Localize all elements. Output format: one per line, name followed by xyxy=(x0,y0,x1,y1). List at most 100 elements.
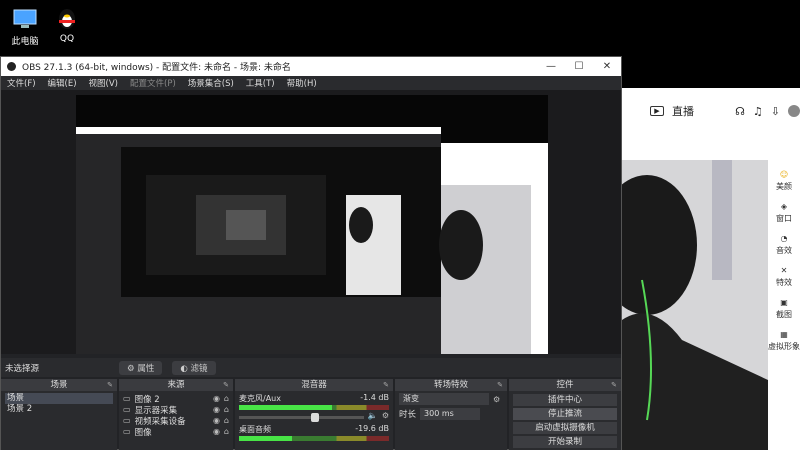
magic-wand-icon: ✕ xyxy=(780,266,788,275)
volume-knob[interactable] xyxy=(311,412,320,422)
lock-icon[interactable]: ⌂ xyxy=(224,427,229,436)
bell-icon[interactable]: ♫ xyxy=(753,105,763,118)
sources-title: 来源 xyxy=(167,380,185,390)
close-icon[interactable]: ✕ xyxy=(593,61,621,72)
properties-button[interactable]: ⚙ 属性 xyxy=(119,360,163,375)
image-icon: ▭ xyxy=(123,427,131,436)
live-label[interactable]: 直播 xyxy=(672,103,694,119)
eye-icon[interactable]: ◉ xyxy=(213,394,220,403)
avatar[interactable] xyxy=(788,105,800,117)
dock-float-icon[interactable]: ✎ xyxy=(611,379,617,391)
channel-db: -19.6 dB xyxy=(355,424,389,433)
no-source-selected-label: 未选择源 xyxy=(5,363,40,374)
speaker-icon[interactable]: 🔈 xyxy=(368,411,378,420)
source-item[interactable]: ▭ 图像 2 ◉ ⌂ xyxy=(123,393,229,405)
obs-titlebar[interactable]: OBS 27.1.3 (64-bit, windows) - 配置文件: 未命名… xyxy=(1,57,621,76)
side-button-label: 音效 xyxy=(776,246,792,255)
minimize-icon[interactable]: — xyxy=(537,61,565,72)
qq-penguin-icon xyxy=(59,9,75,29)
controls-dock: 控件 ✎ 插件中心 停止推流 启动虚拟摄像机 开始录制 xyxy=(509,379,621,450)
channel-name: 麦克风/Aux xyxy=(239,394,281,403)
desktop-icon-qq[interactable]: QQ xyxy=(42,6,92,44)
mixer-title: 混音器 xyxy=(301,380,327,390)
desktop: 此电脑 QQ ▶ 直播 ☊ ♫ ⇩ ☺ 美颜 ◈ 窗口 ◔ 音效 ✕ 特效 ▣ xyxy=(0,0,800,450)
upload-icon[interactable]: ⇩ xyxy=(771,105,780,118)
obs-preview[interactable] xyxy=(1,90,621,354)
dock-float-icon[interactable]: ✎ xyxy=(107,379,113,391)
scenes-dock-title: 场景 ✎ xyxy=(1,379,117,391)
side-button-label: 美颜 xyxy=(776,182,792,191)
side-button-avatar[interactable]: ▦ 虚拟形象 xyxy=(768,330,800,352)
side-button-window[interactable]: ◈ 窗口 xyxy=(776,202,792,224)
sources-dock-title: 来源 ✎ xyxy=(119,379,233,391)
obs-window: OBS 27.1.3 (64-bit, windows) - 配置文件: 未命名… xyxy=(0,56,622,450)
channel-name: 桌面音频 xyxy=(239,425,271,434)
lock-icon[interactable]: ⌂ xyxy=(224,394,229,403)
side-button-beauty[interactable]: ☺ 美颜 xyxy=(776,170,792,192)
eye-icon[interactable]: ◉ xyxy=(213,427,220,436)
virtual-avatar-icon: ▦ xyxy=(780,330,788,339)
dock-float-icon[interactable]: ✎ xyxy=(223,379,229,391)
eye-icon[interactable]: ◉ xyxy=(213,416,220,425)
obs-logo-icon xyxy=(7,62,16,71)
mixer-channel: 桌面音频 -19.6 dB xyxy=(239,424,389,441)
transitions-dock: 转场特效 ✎ 渐变 ⚙ 时长 300 ms xyxy=(395,379,507,450)
mixer-channel: 麦克风/Aux -1.4 dB 🔈 ⚙ xyxy=(239,393,389,422)
audio-meter xyxy=(239,436,389,441)
volume-slider[interactable] xyxy=(239,412,364,422)
source-item[interactable]: ▭ 视频采集设备 ◉ ⌂ xyxy=(123,415,229,427)
source-item[interactable]: ▭ 图像 ◉ ⌂ xyxy=(123,426,229,438)
layers-icon: ◈ xyxy=(780,202,788,211)
source-label: 图像 xyxy=(134,427,152,438)
recursive-preview-image xyxy=(76,95,548,354)
desktop-icon-label: QQ xyxy=(59,34,75,44)
lock-icon[interactable]: ⌂ xyxy=(224,416,229,425)
menu-edit[interactable]: 编辑(E) xyxy=(48,77,77,89)
sources-dock: 来源 ✎ ▭ 图像 2 ◉ ⌂ ▭ 显示器采集 ◉ ⌂ ▭ 视频采集设备 ◉ ⌂ ▭ 图像 ◉ ⌂ xyxy=(119,379,233,450)
eye-icon[interactable]: ◉ xyxy=(213,405,220,414)
camera-icon: ▭ xyxy=(123,416,131,425)
properties-label: 属性 xyxy=(137,363,155,374)
window-title: OBS 27.1.3 (64-bit, windows) - 配置文件: 未命名… xyxy=(22,63,291,73)
camera-feed xyxy=(622,160,768,450)
desktop-icon-label: 此电脑 xyxy=(11,37,39,47)
source-toolbar: 未选择源 ⚙ 属性 ◐ 滤镜 xyxy=(1,358,621,377)
lock-icon[interactable]: ⌂ xyxy=(224,405,229,414)
scenes-dock: 场景 ✎ 场景 场景 2 xyxy=(1,379,117,450)
side-button-effects[interactable]: ✕ 特效 xyxy=(776,266,792,288)
dock-float-icon[interactable]: ✎ xyxy=(497,379,503,391)
side-button-screenshot[interactable]: ▣ 截图 xyxy=(776,298,792,320)
menu-view[interactable]: 视图(V) xyxy=(89,77,118,89)
person-silhouette xyxy=(622,160,768,450)
filters-button[interactable]: ◐ 滤镜 xyxy=(172,360,216,375)
transitions-dock-title: 转场特效 ✎ xyxy=(395,379,507,391)
mixer-dock-title: 混音器 ✎ xyxy=(235,379,393,391)
nested-screen-capture xyxy=(76,95,548,354)
transitions-title: 转场特效 xyxy=(433,380,468,390)
side-button-sound[interactable]: ◔ 音效 xyxy=(776,234,792,256)
gear-icon[interactable]: ⚙ xyxy=(382,411,389,420)
play-icon[interactable]: ▶ xyxy=(650,106,664,116)
scene-item[interactable]: 场景 2 xyxy=(5,404,113,415)
transition-select[interactable]: 渐变 xyxy=(399,393,489,405)
source-item[interactable]: ▭ 显示器采集 ◉ ⌂ xyxy=(123,404,229,416)
maximize-icon[interactable]: ☐ xyxy=(565,61,593,72)
duration-input[interactable]: 300 ms xyxy=(420,408,481,420)
menu-tools[interactable]: 工具(T) xyxy=(246,77,275,89)
duration-label: 时长 xyxy=(399,410,417,420)
menu-scene-collection[interactable]: 场景集合(S) xyxy=(188,77,234,89)
scene-item[interactable]: 场景 xyxy=(5,393,113,404)
dock-float-icon[interactable]: ✎ xyxy=(383,379,389,391)
menu-file[interactable]: 文件(F) xyxy=(7,77,36,89)
headset-icon[interactable]: ☊ xyxy=(735,105,745,118)
menu-profile[interactable]: 配置文件(P) xyxy=(130,77,176,89)
menu-help[interactable]: 帮助(H) xyxy=(287,77,317,89)
image-icon: ▣ xyxy=(780,298,788,307)
gear-icon[interactable]: ⚙ xyxy=(493,395,500,404)
side-button-label: 特效 xyxy=(776,278,792,287)
plugin-center-button[interactable]: 插件中心 xyxy=(513,394,617,406)
start-recording-button[interactable]: 开始录制 xyxy=(513,436,617,448)
stop-streaming-button[interactable]: 停止推流 xyxy=(513,408,617,420)
audio-meter xyxy=(239,405,389,410)
start-virtual-camera-button[interactable]: 启动虚拟摄像机 xyxy=(513,422,617,434)
